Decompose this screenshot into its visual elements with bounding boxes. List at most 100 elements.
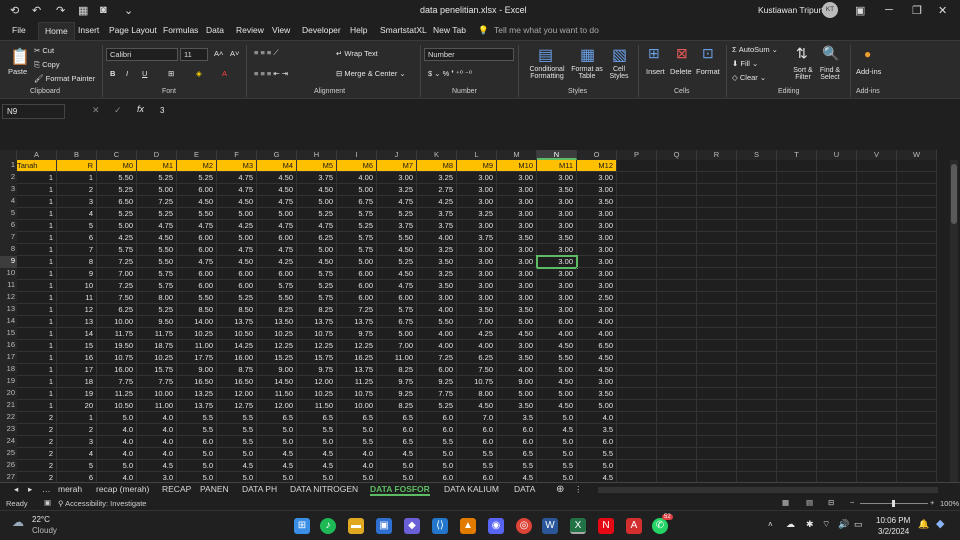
table-cell[interactable]: 5.0 [337,424,377,436]
select-all-corner[interactable] [0,150,17,160]
table-cell[interactable]: 6.00 [337,292,377,304]
table-cell[interactable]: 2 [17,448,57,460]
table-cell[interactable]: 3.00 [577,268,617,280]
table-cell[interactable]: 1 [17,244,57,256]
grid-cell[interactable] [857,280,897,292]
table-cell[interactable]: 7.00 [457,316,497,328]
table-cell[interactable]: 2 [57,184,97,196]
vlc-icon[interactable]: ▲ [460,518,476,534]
table-cell[interactable]: 5 [57,460,97,472]
row-header[interactable]: 13 [0,304,17,316]
grid-cell[interactable] [817,196,857,208]
grid-cell[interactable] [777,172,817,184]
close-icon[interactable]: ✕ [938,4,947,17]
clock-date[interactable]: 3/2/2024 [878,527,909,536]
grid-cell[interactable] [737,172,777,184]
row-header[interactable]: 1 [0,160,17,172]
grid-cell[interactable] [857,364,897,376]
table-cell[interactable]: 5.0 [297,436,337,448]
grid-cell[interactable] [617,160,657,172]
grid-cell[interactable] [897,220,937,232]
table-cell[interactable]: 3.00 [577,208,617,220]
column-header[interactable]: K [417,150,457,160]
grid-cell[interactable] [737,292,777,304]
grid-cell[interactable] [657,232,697,244]
table-cell[interactable]: 3.50 [497,232,537,244]
table-cell[interactable]: 7.75 [417,388,457,400]
table-cell[interactable]: 3.00 [457,184,497,196]
table-cell[interactable]: 3.5 [497,412,537,424]
grid-cell[interactable] [737,280,777,292]
grid-cell[interactable] [817,304,857,316]
grid-cell[interactable] [657,448,697,460]
table-cell[interactable]: 5.50 [417,316,457,328]
table-cell[interactable]: 3.50 [497,352,537,364]
table-cell[interactable]: 6.00 [217,280,257,292]
row-header[interactable]: 14 [0,316,17,328]
file-explorer-icon[interactable]: ▬ [348,518,364,534]
grid-cell[interactable] [737,208,777,220]
grid-cell[interactable] [897,460,937,472]
table-cell[interactable]: 3.00 [457,292,497,304]
grid-cell[interactable] [737,448,777,460]
currency-icon[interactable]: $ ⌄ % ❜ ⁺⁰ ⁻⁰ [428,69,472,78]
table-cell[interactable]: 11.00 [377,352,417,364]
table-cell[interactable]: 12.00 [217,388,257,400]
grid-cell[interactable] [617,172,657,184]
table-cell[interactable]: 5.5 [217,412,257,424]
format-cells-button[interactable]: Format [696,67,720,76]
column-header[interactable]: T [777,150,817,160]
table-cell[interactable]: 10.00 [97,316,137,328]
table-cell[interactable]: 6.00 [417,364,457,376]
table-cell[interactable]: 9 [57,268,97,280]
table-cell[interactable]: 10.50 [217,328,257,340]
tab-page-layout[interactable]: Page Layout [109,25,157,35]
table-cell[interactable]: 5.75 [257,280,297,292]
table-cell[interactable]: 2 [57,424,97,436]
grid-cell[interactable] [657,304,697,316]
grid-cell[interactable] [817,220,857,232]
table-cell[interactable]: 3.00 [457,196,497,208]
grid-cell[interactable] [777,196,817,208]
table-cell[interactable]: 6.50 [577,340,617,352]
tab-developer[interactable]: Developer [302,25,341,35]
table-cell[interactable]: 5.00 [217,232,257,244]
grid-cell[interactable] [817,328,857,340]
table-cell[interactable]: 5.0 [257,436,297,448]
table-cell[interactable]: 5.50 [137,244,177,256]
table-cell[interactable]: 3.50 [497,304,537,316]
grid-cell[interactable] [817,208,857,220]
table-cell[interactable]: 4.50 [577,364,617,376]
table-cell[interactable]: 5.25 [97,208,137,220]
grid-cell[interactable] [777,364,817,376]
grid-cell[interactable] [737,412,777,424]
grid-cell[interactable] [817,172,857,184]
table-cell[interactable]: 5.5 [417,436,457,448]
merge-center-button[interactable]: ⊟ Merge & Center ⌄ [336,69,406,78]
grid-cell[interactable] [817,256,857,268]
table-cell[interactable]: 5.5 [337,436,377,448]
grid-cell[interactable] [617,412,657,424]
paste-button[interactable]: Paste [8,67,27,76]
grid-cell[interactable] [857,436,897,448]
photos-icon[interactable]: ▣ [376,518,392,534]
table-cell[interactable]: 1 [17,232,57,244]
word-icon[interactable]: W [542,518,558,534]
table-cell[interactable]: 11.25 [337,376,377,388]
table-cell[interactable]: 3.50 [537,232,577,244]
grid-cell[interactable] [777,412,817,424]
column-header[interactable]: O [577,150,617,160]
table-cell[interactable]: 3.75 [377,220,417,232]
vertical-scrollbar[interactable] [950,160,958,482]
sheet-tab[interactable]: merah [58,484,82,494]
grid-cell[interactable] [857,208,897,220]
weather-condition[interactable]: Cloudy [32,526,57,535]
table-cell[interactable]: 5.00 [537,388,577,400]
row-header[interactable]: 15 [0,328,17,340]
accessibility-status[interactable]: ⚲ Accessibility: Investigate [58,499,146,508]
table-cell[interactable]: 3.00 [537,292,577,304]
grid-cell[interactable] [817,268,857,280]
table-cell[interactable]: 3.00 [497,244,537,256]
table-cell[interactable]: 4.50 [497,328,537,340]
table-cell[interactable]: 1 [17,316,57,328]
